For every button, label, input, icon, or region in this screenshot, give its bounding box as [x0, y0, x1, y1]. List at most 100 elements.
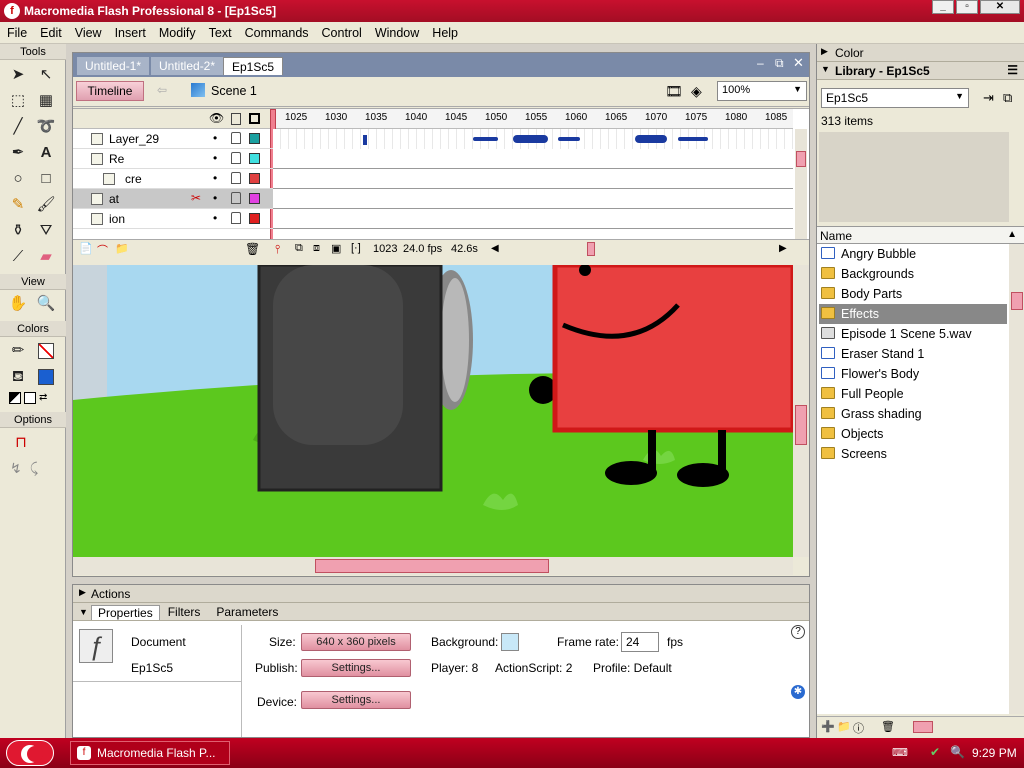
library-item[interactable]: Screens	[819, 444, 1007, 464]
lock-dot-icon[interactable]	[231, 172, 241, 184]
lasso-tool-icon[interactable]: ➰	[35, 116, 57, 138]
menu-control[interactable]: Control	[315, 22, 368, 40]
visibility-dot-icon[interactable]: •	[213, 211, 217, 225]
menu-window[interactable]: Window	[368, 22, 425, 40]
zoom-tool-icon[interactable]: 🔍	[35, 293, 57, 315]
layer-row[interactable]: Layer_29 •	[73, 129, 273, 149]
menu-insert[interactable]: Insert	[108, 22, 152, 40]
menu-modify[interactable]: Modify	[152, 22, 202, 40]
doc-restore-button[interactable]: ⧉	[775, 56, 784, 71]
library-panel-header[interactable]: ▼ Library - Ep1Sc5 ☰	[817, 62, 1024, 80]
publish-settings-button[interactable]: Settings...	[301, 659, 411, 677]
insert-layer-icon[interactable]: 📄	[79, 242, 93, 255]
keyboard-icon[interactable]: ⌨	[892, 746, 908, 759]
stage-vscroll-thumb[interactable]	[795, 405, 807, 445]
add-motion-guide-icon[interactable]: ⌒	[97, 242, 108, 258]
library-item[interactable]: Grass shading	[819, 404, 1007, 424]
library-item[interactable]: Angry Bubble	[819, 244, 1007, 264]
menu-view[interactable]: View	[68, 22, 108, 40]
layer-outline-color-swatch[interactable]	[249, 153, 260, 164]
tab-properties[interactable]: Properties	[91, 605, 160, 620]
insert-folder-icon[interactable]: 📁	[115, 242, 129, 255]
visibility-dot-icon[interactable]: •	[213, 131, 217, 145]
edit-symbols-icon[interactable]: ◈	[691, 83, 702, 100]
library-document-select[interactable]: Ep1Sc5 ▼	[821, 88, 969, 108]
library-item[interactable]: Episode 1 Scene 5.wav	[819, 324, 1007, 344]
timeline-vscroll[interactable]	[795, 129, 807, 244]
modify-onion-markers-icon[interactable]: [·]	[351, 242, 361, 254]
tab-untitled-1[interactable]: Untitled-1*	[77, 57, 150, 75]
pen-tool-icon[interactable]: ✒	[7, 142, 29, 164]
paint-bucket-tool-icon[interactable]: ⛛	[35, 220, 57, 242]
maximize-button[interactable]: ▫	[956, 0, 978, 14]
start-button[interactable]	[6, 740, 54, 766]
oval-tool-icon[interactable]: ○	[7, 168, 29, 190]
library-vscroll[interactable]	[1009, 244, 1024, 714]
subselection-tool-icon[interactable]: ↖	[35, 64, 57, 86]
visibility-dot-icon[interactable]: •	[213, 151, 217, 165]
library-item[interactable]: Full People	[819, 384, 1007, 404]
frames-area[interactable]	[273, 129, 793, 244]
back-arrow-icon[interactable]: ⇦	[157, 83, 167, 97]
stroke-color-icon[interactable]: ✏	[7, 340, 29, 362]
frame-row[interactable]	[273, 129, 793, 149]
timeline-hscroll-thumb[interactable]	[587, 242, 595, 256]
outline-icon[interactable]	[249, 113, 260, 124]
new-library-panel-icon[interactable]: ⇥	[983, 90, 994, 106]
fill-color-swatch[interactable]	[35, 366, 57, 388]
color-panel-header[interactable]: ▶ Color	[817, 44, 1024, 62]
stage-hscroll[interactable]	[73, 557, 793, 575]
library-item[interactable]: Backgrounds	[819, 264, 1007, 284]
fill-color-icon[interactable]: ⛾	[7, 366, 29, 388]
frame-ruler[interactable]: 1025 1030 1035 1040 1045 1050 1055 1060 1065 1070…	[270, 109, 793, 259]
swap-colors-icon[interactable]: ⇄	[39, 392, 51, 404]
lock-dot-icon[interactable]	[231, 132, 241, 144]
snap-to-objects-icon[interactable]: ⊓	[10, 432, 32, 454]
visibility-dot-icon[interactable]: •	[213, 171, 217, 185]
text-tool-icon[interactable]: A	[35, 142, 57, 164]
visibility-dot-icon[interactable]: •	[213, 191, 217, 205]
lock-dot-icon[interactable]	[231, 192, 241, 204]
pin-library-icon[interactable]: ⧉	[1003, 90, 1012, 106]
smooth-icon[interactable]: ↯	[10, 460, 22, 477]
fill-transform-tool-icon[interactable]: ▦	[35, 90, 57, 112]
no-color-icon[interactable]	[24, 392, 36, 404]
library-item[interactable]: Eraser Stand 1	[819, 344, 1007, 364]
timeline-toggle-button[interactable]: Timeline	[76, 81, 144, 101]
layer-outline-color-swatch[interactable]	[249, 173, 260, 184]
lock-dot-icon[interactable]	[231, 212, 241, 224]
ink-bottle-tool-icon[interactable]: ⚱	[7, 220, 29, 242]
onion-skin-outlines-icon[interactable]: ⧈	[313, 242, 320, 255]
background-color-swatch[interactable]	[501, 633, 519, 651]
menu-commands[interactable]: Commands	[238, 22, 315, 40]
lock-dot-icon[interactable]	[231, 152, 241, 164]
stroke-color-swatch[interactable]	[35, 340, 57, 362]
library-item[interactable]: Body Parts	[819, 284, 1007, 304]
new-folder-icon[interactable]: 📁	[837, 720, 851, 733]
help-icon[interactable]: ?	[791, 625, 805, 639]
frame-rate-input[interactable]: 24	[621, 632, 659, 652]
frame-row[interactable]	[273, 189, 793, 209]
preview-scroll[interactable]	[1009, 132, 1023, 232]
frame-row[interactable]	[273, 209, 793, 229]
eyedropper-tool-icon[interactable]: ⟋	[7, 246, 29, 268]
lock-icon[interactable]	[231, 113, 241, 125]
network-icon[interactable]: ✔	[930, 745, 940, 759]
center-frame-icon[interactable]: ⫯	[275, 242, 280, 257]
accessibility-icon[interactable]: ✱	[791, 685, 805, 699]
straighten-icon[interactable]: ⤹	[30, 460, 38, 477]
actions-panel-header[interactable]: ▶ Actions	[73, 585, 809, 603]
eraser-tool-icon[interactable]: ▰	[35, 246, 57, 268]
menu-file[interactable]: File	[0, 22, 33, 40]
new-symbol-icon[interactable]: ➕	[821, 720, 835, 733]
frame-row[interactable]	[273, 169, 793, 189]
frame-row[interactable]	[273, 149, 793, 169]
edit-scene-icon[interactable]: 🎞	[665, 83, 683, 100]
tab-parameters[interactable]: Parameters	[208, 605, 286, 620]
library-item[interactable]: Objects	[819, 424, 1007, 444]
pencil-tool-icon[interactable]: ✎	[7, 194, 29, 216]
edit-multiple-frames-icon[interactable]: ▣	[331, 242, 341, 255]
delete-icon[interactable]: 🗑	[881, 720, 895, 733]
hscroll-right-icon[interactable]: ▶	[779, 243, 787, 254]
hand-tool-icon[interactable]: ✋	[7, 293, 29, 315]
